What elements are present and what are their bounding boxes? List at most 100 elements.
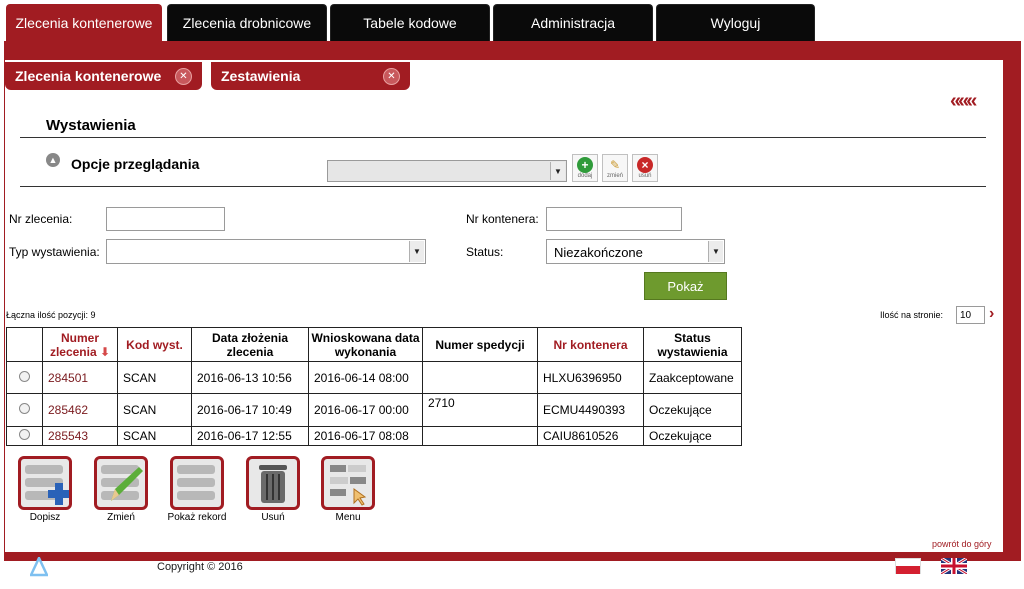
radio-button[interactable] xyxy=(19,370,30,382)
cell-numer-zlecenia[interactable]: 284501 xyxy=(42,361,118,394)
nr-zlecenia-input[interactable] xyxy=(106,207,225,231)
cell-status: Zaakceptowane xyxy=(643,361,742,394)
english-flag-icon[interactable] xyxy=(940,556,968,576)
divider xyxy=(20,137,986,138)
per-page-label: Ilość na stronie: xyxy=(880,310,944,320)
row-select[interactable] xyxy=(6,393,43,427)
trash-icon xyxy=(259,465,287,503)
cell-nr-kontenera: CAIU8610526 xyxy=(537,426,644,446)
radio-button[interactable] xyxy=(19,429,30,440)
cell-kod-wyst: SCAN xyxy=(117,426,192,446)
per-page-input[interactable] xyxy=(956,306,985,324)
plus-icon: + xyxy=(577,157,593,173)
edit-record-button[interactable] xyxy=(94,456,148,510)
copyright: Copyright © 2016 xyxy=(157,561,243,573)
total-count: Łączna ilość pozycji: 9 xyxy=(6,310,96,320)
close-icon[interactable]: ✕ xyxy=(175,68,192,85)
delete-option-label: usuń xyxy=(638,173,652,179)
show-record-button[interactable] xyxy=(170,456,224,510)
delete-record-button[interactable] xyxy=(246,456,300,510)
typ-wystawienia-select[interactable]: ▼ xyxy=(106,239,426,264)
header-wnioskowana-data: Wnioskowana data wykonania xyxy=(308,327,423,362)
results-table: Numer zlecenia ⬇ Kod wyst. Data złożenia… xyxy=(6,327,742,446)
show-record-label: Pokaż rekord xyxy=(167,512,227,523)
menu-label: Menu xyxy=(335,512,361,523)
logo-icon xyxy=(29,555,49,577)
nr-kontenera-input[interactable] xyxy=(546,207,682,231)
cell-wnioskowana-data: 2016-06-14 08:00 xyxy=(308,361,423,394)
cell-data-zlozenia: 2016-06-13 10:56 xyxy=(191,361,309,394)
cell-kod-wyst: SCAN xyxy=(117,393,192,427)
header-kod-wyst[interactable]: Kod wyst. xyxy=(117,327,192,362)
nr-zlecenia-label: Nr zlecenia: xyxy=(9,212,73,226)
delete-option-button[interactable]: × usuń xyxy=(632,154,658,182)
status-label: Status: xyxy=(466,245,504,259)
header-status-wystawienia: Status wystawienia xyxy=(643,327,742,362)
table-header-row: Numer zlecenia ⬇ Kod wyst. Data złożenia… xyxy=(6,327,742,362)
show-record-icon xyxy=(177,465,215,500)
cell-numer-spedycji xyxy=(422,361,538,394)
radio-button[interactable] xyxy=(19,403,30,414)
cell-kod-wyst: SCAN xyxy=(117,361,192,394)
cell-numer-spedycji: 2710 xyxy=(422,393,538,427)
collapse-panel-icon[interactable]: ««« xyxy=(950,90,977,113)
add-option-button[interactable]: + dodaj xyxy=(572,154,598,182)
row-select[interactable] xyxy=(6,361,43,394)
add-record-icon xyxy=(25,465,70,505)
typ-wystawienia-label: Typ wystawienia: xyxy=(9,245,100,259)
pencil-icon: ✎ xyxy=(609,158,621,172)
cell-data-zlozenia: 2016-06-17 12:55 xyxy=(191,426,309,446)
menu-button[interactable] xyxy=(321,456,375,510)
table-row[interactable]: 284501 SCAN 2016-06-13 10:56 2016-06-14 … xyxy=(6,361,742,394)
status-value: Niezakończone xyxy=(554,245,643,260)
subtab-label: Zestawienia xyxy=(221,68,301,84)
cell-numer-spedycji xyxy=(422,426,538,446)
next-page-icon[interactable]: › xyxy=(989,305,994,323)
add-option-label: dodaj xyxy=(577,173,593,179)
close-icon[interactable]: ✕ xyxy=(383,68,400,85)
cell-wnioskowana-data: 2016-06-17 08:08 xyxy=(308,426,423,446)
options-select[interactable]: ▼ xyxy=(327,160,567,182)
select-column-header xyxy=(6,327,43,362)
cell-nr-kontenera: ECMU4490393 xyxy=(537,393,644,427)
header-numer-zlecenia[interactable]: Numer zlecenia ⬇ xyxy=(42,327,118,362)
back-to-top-link[interactable]: powrót do góry xyxy=(932,539,992,549)
add-record-label: Dopisz xyxy=(29,512,61,523)
chevron-down-icon: ▼ xyxy=(708,241,723,262)
edit-option-label: zmień xyxy=(606,173,623,179)
subtab-zestawienia[interactable]: Zestawienia ✕ xyxy=(211,62,410,90)
header-numer-spedycji: Numer spedycji xyxy=(422,327,538,362)
show-button[interactable]: Pokaż xyxy=(644,272,727,300)
tab-wyloguj[interactable]: Wyloguj xyxy=(656,4,815,41)
tab-zlecenia-kontenerowe[interactable]: Zlecenia kontenerowe xyxy=(6,4,162,41)
cell-status: Oczekujące xyxy=(643,393,742,427)
edit-record-label: Zmień xyxy=(107,512,135,523)
divider xyxy=(20,186,986,187)
chevron-up-icon[interactable]: ▲ xyxy=(46,153,60,167)
edit-option-button[interactable]: ✎ zmień xyxy=(602,154,628,182)
header-nr-kontenera[interactable]: Nr kontenera xyxy=(537,327,644,362)
cell-numer-zlecenia[interactable]: 285543 xyxy=(42,426,118,446)
delete-record-label: Usuń xyxy=(261,512,285,523)
subtab-zlecenia-kontenerowe[interactable]: Zlecenia kontenerowe ✕ xyxy=(5,62,202,90)
row-select[interactable] xyxy=(6,426,43,446)
close-icon: × xyxy=(637,157,653,173)
table-row[interactable]: 285462 SCAN 2016-06-17 10:49 2016-06-17 … xyxy=(6,393,742,427)
sort-down-icon: ⬇ xyxy=(99,344,111,359)
chevron-down-icon: ▼ xyxy=(409,241,424,262)
cell-nr-kontenera: HLXU6396950 xyxy=(537,361,644,394)
status-select[interactable]: Niezakończone ▼ xyxy=(546,239,725,264)
add-record-button[interactable] xyxy=(18,456,72,510)
nr-kontenera-label: Nr kontenera: xyxy=(466,212,539,226)
tab-zlecenia-drobnicowe[interactable]: Zlecenia drobnicowe xyxy=(167,4,327,41)
tab-administracja[interactable]: Administracja xyxy=(493,4,653,41)
polish-flag-icon[interactable] xyxy=(895,558,921,574)
tab-tabele-kodowe[interactable]: Tabele kodowe xyxy=(330,4,490,41)
content-panel xyxy=(5,60,1003,552)
cell-wnioskowana-data: 2016-06-17 00:00 xyxy=(308,393,423,427)
cell-numer-zlecenia[interactable]: 285462 xyxy=(42,393,118,427)
menu-icon xyxy=(330,465,367,506)
options-label: Opcje przeglądania xyxy=(71,156,200,172)
table-row[interactable]: 285543 SCAN 2016-06-17 12:55 2016-06-17 … xyxy=(6,426,742,446)
edit-record-icon xyxy=(101,465,143,501)
